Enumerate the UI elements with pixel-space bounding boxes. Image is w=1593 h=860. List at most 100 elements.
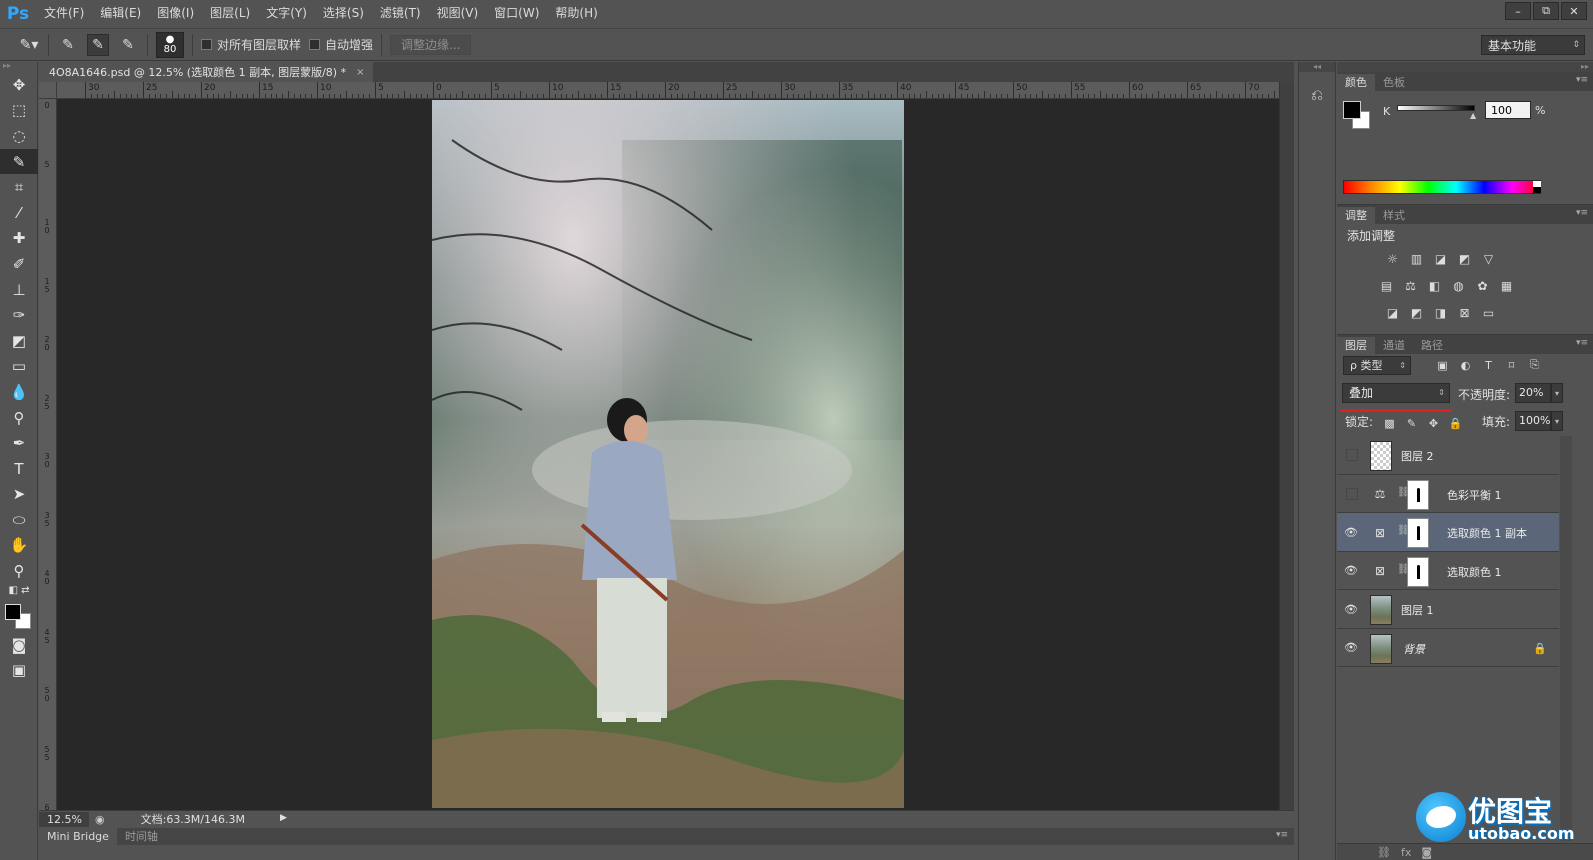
ruler-origin[interactable] [39,82,57,99]
pixel-layer-filter-icon[interactable]: ▣ [1433,357,1452,373]
tab-layers[interactable]: 图层 [1337,337,1375,354]
move-tool-icon[interactable]: ✥ [0,72,38,98]
photo-filter-icon[interactable]: ◍ [1449,276,1468,295]
tab-swatches[interactable]: 色板 [1375,74,1413,91]
layer-thumbnail[interactable] [1370,595,1392,625]
gradient-map-icon[interactable]: ▭ [1479,303,1498,322]
fill-field[interactable]: 100% [1515,411,1551,431]
zoom-level-field[interactable]: 12.5% [39,811,89,827]
selective-color-icon[interactable]: ⊠ [1455,303,1474,322]
menu-help[interactable]: 帮助(H) [547,0,605,27]
refine-edge-button[interactable]: 调整边缘... [390,34,472,55]
layer-effects-icon[interactable]: fx [1401,846,1411,859]
ruler-horizontal[interactable]: 30 25 20 15 10 5 0 5 10 15 20 25 30 35 40 45 50 55 60 65 70 [57,82,1279,99]
lasso-tool-icon[interactable]: ◌ [0,123,38,149]
color-balance-icon[interactable]: ⚖ [1401,276,1420,295]
layer-thumbnail[interactable] [1370,633,1392,664]
add-to-selection-icon[interactable]: ✎ [87,33,109,56]
layer-row[interactable]: 👁 图层 1 [1337,590,1559,629]
layer-name[interactable]: 图层 1 [1401,602,1434,618]
quick-selection-preset-icon[interactable]: ✎▾ [18,34,40,56]
auto-enhance-checkbox[interactable]: 自动增强 [309,36,373,53]
layer-name[interactable]: 选取颜色 1 [1447,564,1502,580]
subtract-from-selection-icon[interactable]: ✎ [117,34,139,56]
layer-mask-thumbnail[interactable] [1407,518,1429,548]
vibrance-icon[interactable]: ▽ [1479,249,1498,268]
ruler-vertical[interactable]: 051 01 52 02 53 03 54 04 55 05 56 [39,99,57,810]
proof-icon[interactable]: ◉ [95,813,105,826]
k-channel-slider[interactable] [1397,105,1475,111]
color-swatches[interactable] [0,598,38,632]
black-white-ramp[interactable] [1533,181,1541,193]
close-icon[interactable]: × [356,67,364,78]
expand-arrows-icon[interactable]: ▸▸ [1337,62,1593,72]
fill-dropdown-icon[interactable]: ▾ [1551,411,1563,431]
invert-icon[interactable]: ◪ [1383,303,1402,322]
menu-view[interactable]: 视图(V) [429,0,487,27]
checkbox-box[interactable] [201,39,212,50]
posterize-icon[interactable]: ◩ [1407,303,1426,322]
panel-menu-icon[interactable]: ▾≡ [1576,208,1588,218]
panel-menu-icon[interactable]: ▾≡ [1276,830,1288,840]
menu-layer[interactable]: 图层(L) [202,0,258,27]
eye-icon[interactable]: 👁 [1343,564,1359,578]
lock-pixels-icon[interactable]: ✎ [1403,415,1420,431]
vertical-scrollbar[interactable] [1279,82,1294,810]
tab-color[interactable]: 颜色 [1337,74,1375,91]
brightness-contrast-icon[interactable]: ☼ [1383,249,1402,268]
hand-tool-icon[interactable]: ✋ [0,533,38,559]
layer-name[interactable]: 背景 [1403,641,1425,657]
visibility-toggle-off[interactable] [1346,487,1358,500]
eyedropper-tool-icon[interactable]: ⁄ [0,200,38,226]
brush-size-picker[interactable]: ● 80 [156,31,184,58]
lock-position-icon[interactable]: ✥ [1425,415,1442,431]
eye-icon[interactable]: 👁 [1343,641,1359,655]
selective-color-icon[interactable]: ⊠ [1371,563,1389,580]
menu-select[interactable]: 选择(S) [315,0,372,27]
clone-stamp-tool-icon[interactable]: ⊥ [0,277,38,303]
default-colors-swap-icon[interactable]: ◧ ⇄ [0,584,38,598]
layer-row[interactable]: 图层 2 [1337,436,1559,475]
menu-type[interactable]: 文字(Y) [258,0,315,27]
tab-paths[interactable]: 路径 [1413,337,1451,354]
layer-filter-kind-select[interactable]: ρ 类型 ⇕ [1343,356,1411,375]
hue-saturation-icon[interactable]: ▤ [1377,276,1396,295]
levels-icon[interactable]: ▥ [1407,249,1426,268]
checkbox-box[interactable] [309,39,321,50]
eye-icon[interactable]: 👁 [1343,525,1359,539]
ellipse-tool-icon[interactable]: ⬭ [0,507,38,533]
menu-edit[interactable]: 编辑(E) [92,0,149,27]
tab-timeline[interactable]: 时间轴 [117,828,166,845]
pen-tool-icon[interactable]: ✒ [0,430,38,456]
black-white-icon[interactable]: ◧ [1425,276,1444,295]
healing-brush-tool-icon[interactable]: ✚ [0,226,38,252]
slider-thumb-icon[interactable]: ▲ [1470,111,1476,120]
gradient-tool-icon[interactable]: ▭ [0,354,38,380]
marquee-tool-icon[interactable]: ⬚ [0,98,38,124]
minimize-button[interactable]: – [1505,2,1531,20]
document-image[interactable] [432,100,904,808]
eye-icon[interactable]: 👁 [1343,602,1359,616]
close-button[interactable]: ✕ [1561,2,1587,20]
blur-tool-icon[interactable]: 💧 [0,379,38,405]
smart-object-filter-icon[interactable]: ⎘ [1525,357,1544,373]
panel-menu-icon[interactable]: ▾≡ [1576,75,1588,85]
menu-file[interactable]: 文件(F) [36,0,92,27]
exposure-icon[interactable]: ◩ [1455,249,1474,268]
eraser-tool-icon[interactable]: ◩ [0,328,38,354]
lock-all-icon[interactable]: 🔒 [1447,415,1464,431]
quick-selection-tool-icon[interactable]: ✎ [0,148,38,175]
curves-icon[interactable]: ◪ [1431,249,1450,268]
layer-name[interactable]: 色彩平衡 1 [1447,487,1502,503]
menu-window[interactable]: 窗口(W) [486,0,547,27]
restore-button[interactable]: ⧉ [1533,2,1559,20]
color-lookup-icon[interactable]: ▦ [1497,276,1516,295]
new-selection-icon[interactable]: ✎ [57,34,79,56]
type-tool-icon[interactable]: T [0,456,38,482]
link-layers-icon[interactable]: ⛓ [1377,846,1391,859]
quick-mask-icon[interactable]: ◙ [0,632,38,658]
color-ramp[interactable] [1343,180,1541,194]
tab-mini-bridge[interactable]: Mini Bridge [39,828,117,845]
crop-tool-icon[interactable]: ⌗ [0,174,38,200]
lock-transparency-icon[interactable]: ▩ [1381,415,1398,431]
